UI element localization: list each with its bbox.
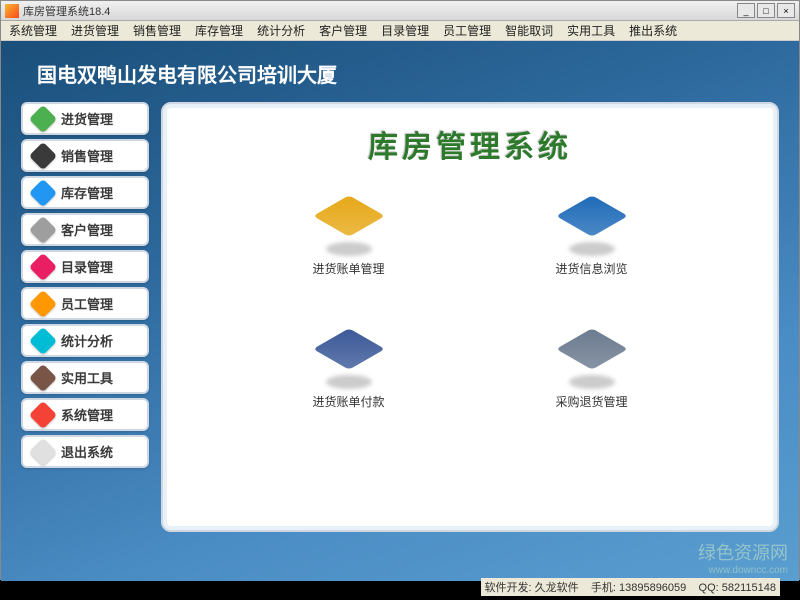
nav-icon xyxy=(29,141,57,169)
nav-icon xyxy=(29,289,57,317)
panel-title: 库房管理系统 xyxy=(187,122,753,166)
status-qq: 582115148 xyxy=(722,582,776,594)
menu-sales[interactable]: 销售管理 xyxy=(133,22,181,39)
tile-icon xyxy=(564,194,620,250)
nav-1[interactable]: 销售管理 xyxy=(21,139,149,172)
content-area: 国电双鸭山发电有限公司培训大厦 进货管理销售管理库存管理客户管理目录管理员工管理… xyxy=(1,41,799,581)
nav-icon xyxy=(29,252,57,280)
menu-inventory[interactable]: 库存管理 xyxy=(195,22,243,39)
main-area: 进货管理销售管理库存管理客户管理目录管理员工管理统计分析实用工具系统管理退出系统… xyxy=(21,102,779,532)
nav-label: 库存管理 xyxy=(61,183,113,202)
nav-3[interactable]: 客户管理 xyxy=(21,213,149,246)
close-button[interactable]: × xyxy=(777,3,795,18)
window-title: 库房管理系统18.4 xyxy=(23,3,737,19)
menu-smart[interactable]: 智能取词 xyxy=(505,22,553,39)
nav-icon xyxy=(29,215,57,243)
nav-icon xyxy=(29,437,57,465)
nav-9[interactable]: 退出系统 xyxy=(21,435,149,468)
nav-2[interactable]: 库存管理 xyxy=(21,176,149,209)
tile-label: 进货账单付款 xyxy=(312,393,384,410)
status-phone-label: 手机: xyxy=(591,582,616,594)
nav-icon xyxy=(29,178,57,206)
status-qq-label: QQ: xyxy=(699,582,719,594)
nav-icon xyxy=(29,104,57,132)
nav-label: 系统管理 xyxy=(61,405,113,424)
tile-icon xyxy=(321,194,377,250)
tile-label: 进货账单管理 xyxy=(312,260,384,277)
statusbar: 软件开发: 久龙软件 手机: 13895896059 QQ: 582115148 xyxy=(481,578,781,596)
nav-icon xyxy=(29,326,57,354)
menu-exit[interactable]: 推出系统 xyxy=(629,22,677,39)
tile-icon xyxy=(321,327,377,383)
nav-7[interactable]: 实用工具 xyxy=(21,361,149,394)
app-window: 库房管理系统18.4 _ □ × 系统管理 进货管理 销售管理 库存管理 统计分… xyxy=(0,0,800,580)
nav-0[interactable]: 进货管理 xyxy=(21,102,149,135)
status-dev: 久龙软件 xyxy=(535,582,579,594)
tile-0[interactable]: 进货账单管理 xyxy=(247,194,450,277)
nav-label: 员工管理 xyxy=(61,294,113,313)
menu-customer[interactable]: 客户管理 xyxy=(319,22,367,39)
tile-label: 进货信息浏览 xyxy=(555,260,627,277)
sidebar: 进货管理销售管理库存管理客户管理目录管理员工管理统计分析实用工具系统管理退出系统 xyxy=(21,102,149,532)
menu-staff[interactable]: 员工管理 xyxy=(443,22,491,39)
nav-icon xyxy=(29,400,57,428)
menu-purchase[interactable]: 进货管理 xyxy=(71,22,119,39)
tile-grid: 进货账单管理 进货信息浏览进货账单付款 采购退货管理 xyxy=(187,194,753,410)
window-controls: _ □ × xyxy=(737,3,795,18)
nav-label: 目录管理 xyxy=(61,257,113,276)
nav-label: 实用工具 xyxy=(61,368,113,387)
menu-system[interactable]: 系统管理 xyxy=(9,22,57,39)
maximize-button[interactable]: □ xyxy=(757,3,775,18)
tile-label: 采购退货管理 xyxy=(555,393,627,410)
menu-stats[interactable]: 统计分析 xyxy=(257,22,305,39)
nav-6[interactable]: 统计分析 xyxy=(21,324,149,357)
status-phone: 13895896059 xyxy=(619,582,686,594)
tile-icon xyxy=(564,327,620,383)
tile-2[interactable]: 进货账单付款 xyxy=(247,327,450,410)
org-title: 国电双鸭山发电有限公司培训大厦 xyxy=(37,59,779,88)
nav-label: 统计分析 xyxy=(61,331,113,350)
menubar: 系统管理 进货管理 销售管理 库存管理 统计分析 客户管理 目录管理 员工管理 … xyxy=(1,21,799,41)
nav-label: 进货管理 xyxy=(61,109,113,128)
nav-label: 销售管理 xyxy=(61,146,113,165)
app-icon xyxy=(5,4,19,18)
nav-4[interactable]: 目录管理 xyxy=(21,250,149,283)
nav-5[interactable]: 员工管理 xyxy=(21,287,149,320)
menu-tools[interactable]: 实用工具 xyxy=(567,22,615,39)
nav-icon xyxy=(29,363,57,391)
tile-1[interactable]: 进货信息浏览 xyxy=(490,194,693,277)
menu-catalog[interactable]: 目录管理 xyxy=(381,22,429,39)
titlebar: 库房管理系统18.4 _ □ × xyxy=(1,1,799,21)
minimize-button[interactable]: _ xyxy=(737,3,755,18)
nav-8[interactable]: 系统管理 xyxy=(21,398,149,431)
main-panel: 库房管理系统 进货账单管理 进货信息浏览进货账单付款 采购退货管理 xyxy=(161,102,779,532)
status-dev-label: 软件开发: xyxy=(485,582,532,594)
nav-label: 客户管理 xyxy=(61,220,113,239)
tile-3[interactable]: 采购退货管理 xyxy=(490,327,693,410)
nav-label: 退出系统 xyxy=(61,442,113,461)
